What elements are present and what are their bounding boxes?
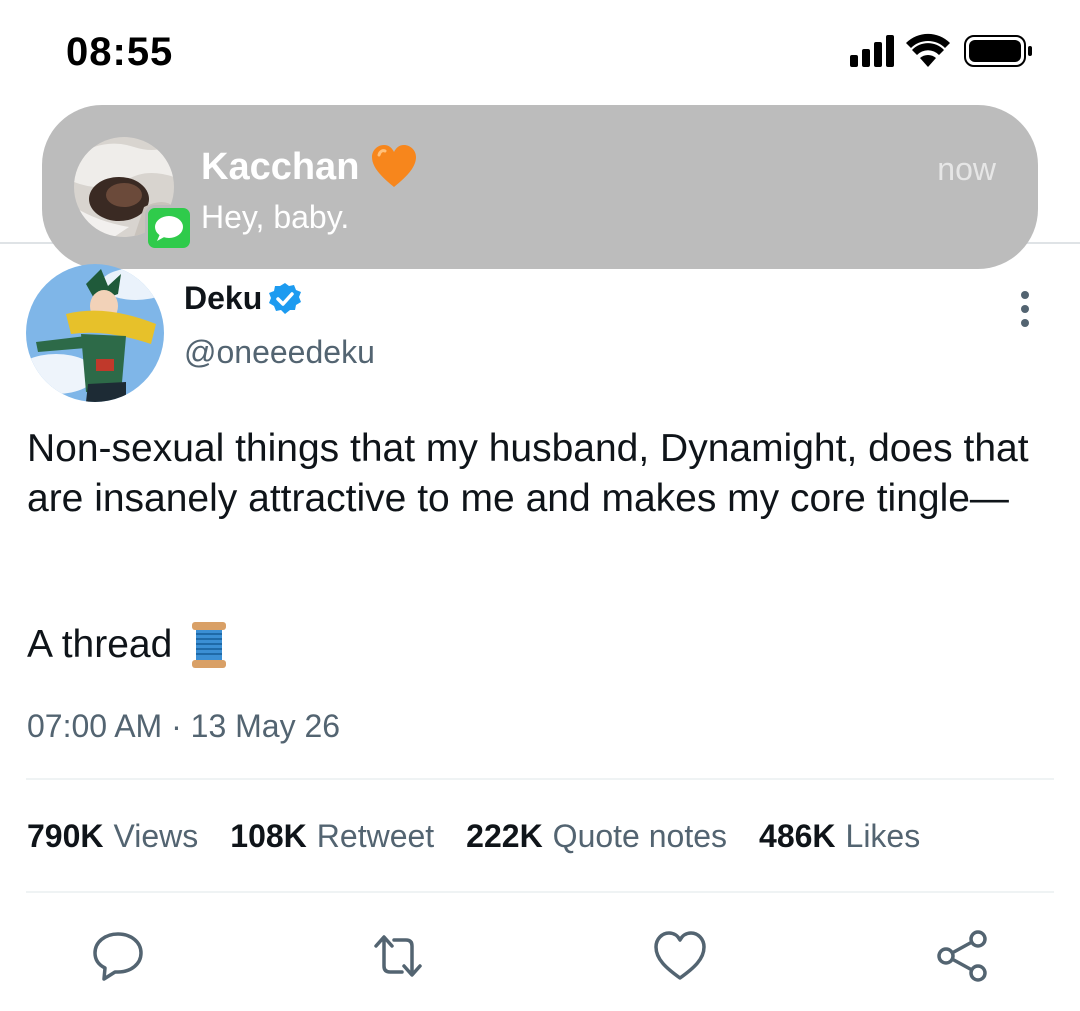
message-notification[interactable]: Kacchan Hey, baby. now [42, 105, 1038, 269]
orange-heart-icon [372, 145, 417, 187]
likes-label: Likes [845, 818, 921, 854]
profile-avatar[interactable] [26, 264, 164, 402]
divider [26, 778, 1054, 780]
views-stat[interactable]: 790K Views [27, 818, 198, 855]
notification-time: now [937, 151, 996, 187]
retweet-icon[interactable] [370, 928, 426, 984]
thread-line: A thread [27, 620, 228, 670]
tweet-text: Non-sexual things that my husband, Dynam… [27, 427, 1040, 520]
sender-name: Kacchan [201, 145, 360, 188]
verified-badge-icon [269, 282, 302, 314]
messages-icon [145, 205, 193, 251]
status-bar: 08:55 [0, 0, 1080, 100]
likes-stat[interactable]: 486K Likes [759, 818, 920, 855]
quote-count: 222K [466, 818, 543, 854]
reply-icon[interactable] [90, 928, 146, 984]
status-time: 08:55 [66, 30, 174, 74]
display-name-text: Deku [184, 280, 263, 316]
battery-icon [964, 35, 1032, 67]
tweet-timestamp: 07:00 AM · 13 May 26 [27, 708, 341, 744]
thread-text: A thread [27, 623, 173, 666]
cellular-signal-icon [850, 35, 894, 67]
views-count: 790K [27, 818, 104, 854]
share-icon[interactable] [934, 928, 990, 984]
retweet-stat[interactable]: 108K Retweet [230, 818, 434, 855]
tweet-stats: 790K Views 108K Retweet 222K Quote notes… [27, 818, 920, 855]
spool-of-thread-icon [192, 622, 227, 668]
quote-stat[interactable]: 222K Quote notes [466, 818, 727, 855]
more-options-icon[interactable] [1010, 290, 1040, 328]
quote-label: Quote notes [552, 818, 728, 854]
user-handle[interactable]: @oneeedeku [184, 334, 375, 371]
status-icons [850, 33, 1032, 67]
retweet-label: Retweet [316, 818, 435, 854]
notification-message: Hey, baby. [201, 199, 350, 235]
notification-sender: Kacchan [201, 145, 417, 189]
views-label: Views [113, 818, 199, 854]
like-icon[interactable] [652, 928, 708, 984]
retweet-count: 108K [230, 818, 307, 854]
display-name[interactable]: Deku [184, 280, 302, 317]
wifi-icon [906, 33, 950, 67]
divider [26, 891, 1054, 893]
likes-count: 486K [759, 818, 836, 854]
